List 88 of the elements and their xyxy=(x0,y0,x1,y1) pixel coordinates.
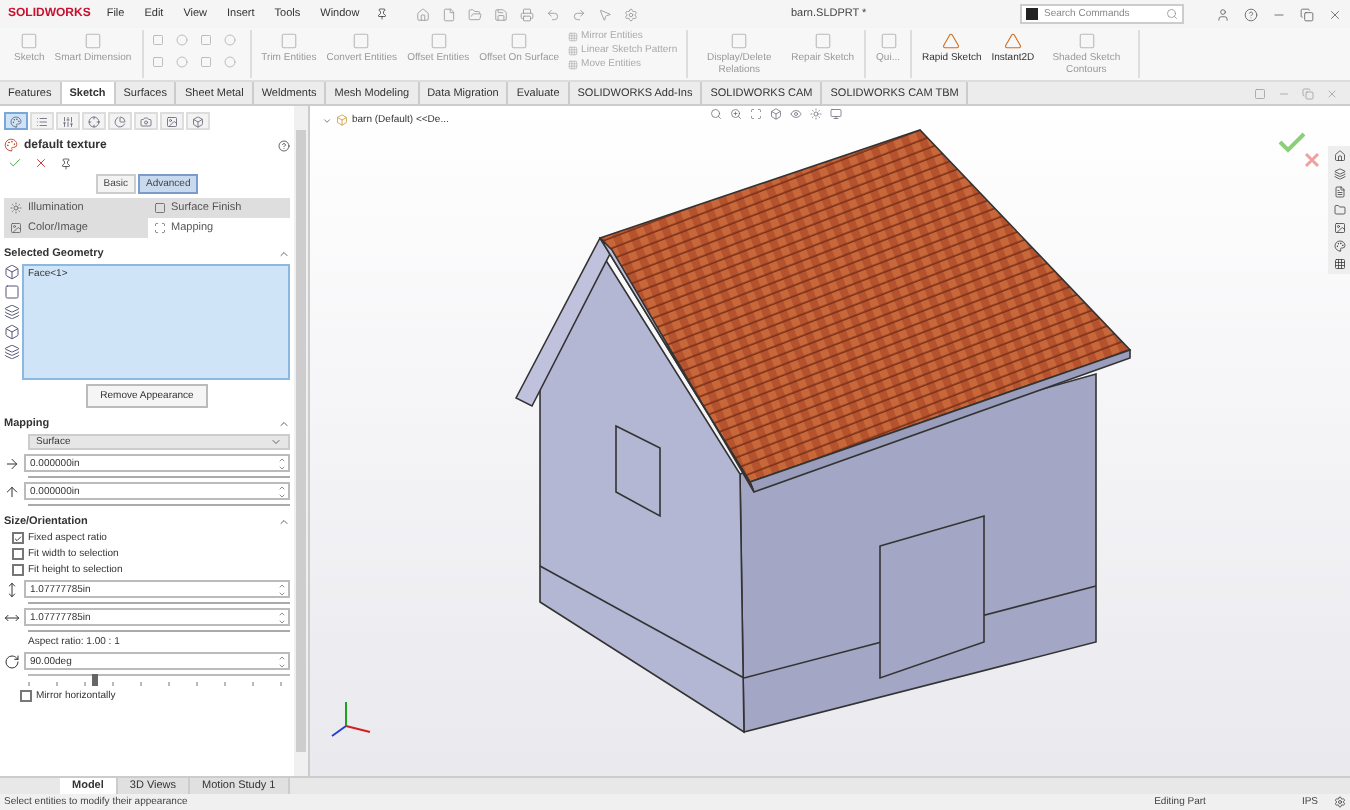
tool-icon xyxy=(813,32,832,50)
zoom-icon[interactable] xyxy=(710,108,722,120)
picture-icon xyxy=(10,222,22,234)
visibility-icon[interactable] xyxy=(790,108,802,120)
square-icon xyxy=(153,202,165,214)
expand-icon xyxy=(322,115,332,125)
pin-icon xyxy=(60,157,72,169)
checkbox[interactable] xyxy=(20,690,32,702)
tool-icon xyxy=(1077,32,1096,50)
collapse-icon xyxy=(278,248,290,260)
settings-icon xyxy=(1334,796,1346,808)
collapse-icon xyxy=(278,516,290,528)
appearance-icon xyxy=(4,138,18,152)
restore-icon[interactable] xyxy=(1302,87,1314,99)
part-filter-icon xyxy=(4,344,20,360)
slider-thumb[interactable] xyxy=(91,674,98,686)
tool-icon xyxy=(429,32,448,50)
edge-filter-icon xyxy=(4,284,20,300)
rotation-icon xyxy=(4,653,20,669)
folder-icon[interactable] xyxy=(1333,204,1345,216)
help-icon[interactable] xyxy=(1243,7,1258,21)
face-filter-icon xyxy=(4,264,20,280)
tool-icon xyxy=(279,32,298,50)
up-arrow-icon xyxy=(4,483,20,499)
view-orientation-icon[interactable] xyxy=(770,108,782,120)
scrollbar[interactable] xyxy=(294,106,308,776)
sliders-icon xyxy=(62,115,74,127)
search-icon xyxy=(1165,8,1178,20)
axis-triad-icon xyxy=(331,701,371,737)
display-icon[interactable] xyxy=(830,108,842,120)
checkbox[interactable] xyxy=(12,532,24,544)
panel-tab[interactable] xyxy=(4,112,28,130)
chart-icon xyxy=(114,115,126,127)
checkbox[interactable] xyxy=(12,564,24,576)
print-icon[interactable] xyxy=(519,7,534,21)
rotation-slider[interactable] xyxy=(28,674,290,686)
appearance-icon xyxy=(10,115,22,127)
close-icon[interactable] xyxy=(1326,87,1338,99)
confirm-icon[interactable] xyxy=(1278,132,1306,153)
tool-icon xyxy=(1003,32,1022,50)
tool-icon xyxy=(20,32,39,50)
help-icon xyxy=(278,139,290,151)
document-icon[interactable] xyxy=(1333,186,1345,198)
restore-icon[interactable] xyxy=(1299,7,1314,21)
height-icon xyxy=(4,581,20,597)
layers-icon[interactable] xyxy=(1333,168,1345,180)
cancel-icon[interactable] xyxy=(1304,152,1320,168)
lighting-icon[interactable] xyxy=(810,108,822,120)
open-icon[interactable] xyxy=(467,7,482,21)
tool-icon xyxy=(567,32,578,42)
tool-icon xyxy=(879,32,898,50)
width-icon xyxy=(4,609,20,625)
panel-icon[interactable] xyxy=(1254,87,1266,99)
picture-icon xyxy=(166,115,178,127)
collapse-icon xyxy=(278,418,290,430)
sun-icon xyxy=(10,202,22,214)
home-icon[interactable] xyxy=(1333,150,1345,162)
checkbox[interactable] xyxy=(12,548,24,560)
appearance-icon[interactable] xyxy=(1333,240,1345,252)
tool-icon xyxy=(567,46,578,56)
pin-icon xyxy=(375,8,388,20)
new-document-icon[interactable] xyxy=(441,7,456,21)
box-icon xyxy=(192,115,204,127)
tool-icon xyxy=(567,60,578,70)
redo-icon[interactable] xyxy=(571,7,586,21)
right-arrow-icon xyxy=(4,455,20,471)
save-icon[interactable] xyxy=(493,7,508,21)
tool-icon xyxy=(510,32,529,50)
tool-icon xyxy=(942,32,961,50)
camera-icon xyxy=(140,115,152,127)
settings-icon[interactable] xyxy=(623,7,638,21)
crosshair-icon xyxy=(88,115,100,127)
tool-icon xyxy=(83,32,102,50)
user-icon[interactable] xyxy=(1215,7,1230,21)
zoom-in-icon[interactable] xyxy=(730,108,742,120)
picture-icon[interactable] xyxy=(1333,222,1345,234)
list-icon xyxy=(36,115,48,127)
close-icon[interactable] xyxy=(1327,7,1342,21)
tool-icon xyxy=(730,32,749,50)
undo-icon[interactable] xyxy=(545,7,560,21)
part-icon xyxy=(336,114,348,126)
layers-icon xyxy=(4,304,20,320)
tool-icon xyxy=(352,32,371,50)
body-filter-icon xyxy=(4,324,20,340)
confirm-icon xyxy=(8,156,22,170)
grid-icon[interactable] xyxy=(1333,258,1345,270)
pointer-icon[interactable] xyxy=(597,7,612,21)
cancel-icon xyxy=(34,156,48,170)
